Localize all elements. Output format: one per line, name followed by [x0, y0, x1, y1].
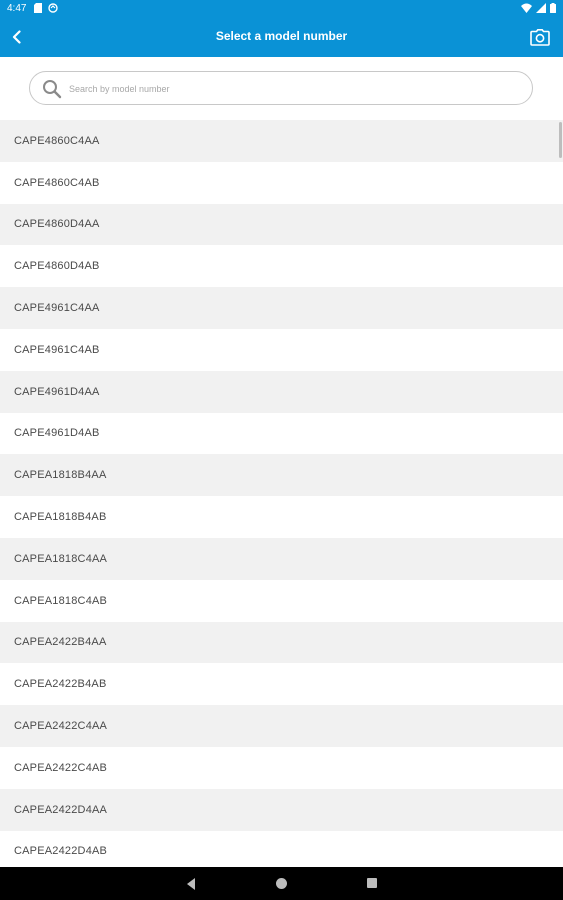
camera-button[interactable]: [529, 26, 551, 48]
list-item[interactable]: CAPEA1818C4AA: [0, 537, 563, 580]
search-input[interactable]: [67, 78, 511, 100]
list-item[interactable]: CAPEA1818C4AB: [0, 579, 563, 622]
list-item[interactable]: CAPE4961D4AA: [0, 370, 563, 413]
search-box[interactable]: [29, 71, 533, 105]
search-icon: [43, 80, 62, 99]
nav-back-icon[interactable]: [184, 877, 198, 891]
screen: 4:47 Select a model number Search by mod…: [0, 0, 563, 900]
list-item[interactable]: CAPE4860D4AA: [0, 203, 563, 246]
list-item[interactable]: CAPEA1818B4AB: [0, 496, 563, 538]
list-item[interactable]: CAPEA2422C4AA: [0, 705, 563, 747]
app-bar: Select a model number: [0, 18, 563, 57]
list-item[interactable]: CAPEA2422C4AB: [0, 746, 563, 789]
sync-icon: [48, 3, 58, 13]
nav-recents-icon[interactable]: [367, 878, 377, 888]
list-item[interactable]: CAPE4961C4AB: [0, 328, 563, 371]
status-time: 4:47: [7, 3, 27, 14]
model-list: CAPE4860C4AA CAPE4860C4AB CAPE4860D4AA C…: [0, 120, 563, 867]
list-item[interactable]: CAPE4961D4AB: [0, 412, 563, 455]
camera-icon: [530, 28, 550, 46]
list-item[interactable]: CAPE4961C4AA: [0, 287, 563, 329]
list-item[interactable]: CAPE4860C4AA: [0, 120, 563, 162]
page-title: Select a model number: [215, 29, 348, 43]
battery-icon: [550, 3, 556, 13]
scrollbar[interactable]: [559, 122, 562, 158]
sd-card-icon: [34, 3, 42, 13]
list-item[interactable]: CAPE4860D4AB: [0, 245, 563, 288]
status-bar: 4:47: [0, 0, 563, 18]
nav-home-icon[interactable]: [276, 878, 287, 889]
wifi-icon: [521, 3, 532, 13]
list-item[interactable]: CAPE4860C4AB: [0, 161, 563, 204]
system-nav-bar: [0, 867, 563, 900]
signal-icon: [536, 3, 546, 13]
search-area: [0, 57, 563, 120]
list-item[interactable]: CAPEA2422D4AB: [0, 830, 563, 867]
list-item[interactable]: CAPEA2422D4AA: [0, 788, 563, 831]
list-item[interactable]: CAPEA2422B4AB: [0, 663, 563, 706]
list-item[interactable]: CAPEA1818B4AA: [0, 454, 563, 497]
list-item[interactable]: CAPEA2422B4AA: [0, 621, 563, 664]
status-left-icons: [34, 3, 58, 13]
status-right-icons: [521, 3, 556, 13]
